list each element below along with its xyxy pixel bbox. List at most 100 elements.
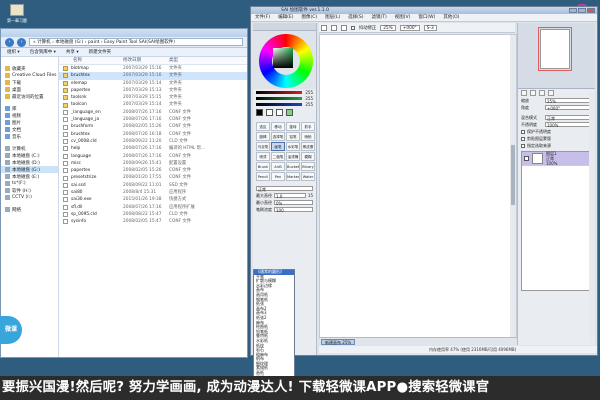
eye-icon[interactable] [524, 156, 529, 161]
tool-button[interactable]: 铅笔 [286, 132, 300, 141]
nav-item[interactable]: 图片 [1, 119, 58, 126]
desktop-icon[interactable]: 第一章习题 [6, 4, 28, 24]
file-row[interactable]: sfl.dll 2008/07/26 17:16 应用程序扩展 [59, 204, 247, 211]
column-header-type[interactable]: 类型 [169, 57, 209, 64]
menu-item[interactable]: 图像(C) [301, 14, 317, 21]
layer-row[interactable]: 图层1 正常 100% [522, 151, 591, 166]
tool-button[interactable]: Brush [256, 162, 270, 171]
organize-menu[interactable]: 组织 ▾ [7, 49, 20, 55]
nav-item[interactable]: Creative Cloud Files [1, 72, 58, 79]
tool-button[interactable]: 模糊 [301, 152, 315, 161]
tool-button[interactable]: 选区 [256, 122, 270, 131]
min-size-field[interactable]: 0% [274, 200, 313, 206]
minimize-button[interactable] [569, 8, 577, 13]
explorer-titlebar[interactable] [1, 29, 247, 37]
file-row[interactable]: sai30.exe 2015/01/26 19:38 快捷方式 [59, 196, 247, 203]
nav-item[interactable]: 最近访问的位置 [1, 93, 58, 100]
file-row[interactable]: sai80 2008/8/4 15:31 应用程序 [59, 189, 247, 196]
select-all-icon[interactable] [321, 24, 327, 31]
nav-item[interactable]: 视频 [1, 112, 58, 119]
tool-button[interactable]: 移动 [271, 122, 285, 131]
file-row[interactable]: sysinfo 2008/02/05 15:47 CONF 文件 [59, 218, 247, 225]
nav-item[interactable]: 本地磁盘 (G:) [1, 166, 58, 173]
file-row[interactable]: misc 2008/09/26 15:41 配置设置 [59, 160, 247, 167]
tool-button[interactable]: 马克笔 [256, 142, 270, 151]
blend-mode-select[interactable]: 正常 [256, 186, 313, 192]
sai-titlebar[interactable]: SAI 绘图软件 ver.1.1.0 [251, 7, 597, 14]
menu-item[interactable]: 滤镜(T) [372, 14, 387, 21]
flip-icon[interactable] [548, 90, 554, 96]
slider-track[interactable] [256, 96, 302, 100]
zoom-out-icon[interactable] [530, 90, 536, 96]
nav-angle-field[interactable]: +000° [545, 105, 592, 111]
file-row[interactable]: help 2008/07/26 17:16 编译的 HTML 帮... [59, 145, 247, 152]
tool-button[interactable]: 橡皮擦 [301, 142, 315, 151]
tool-button[interactable]: AirB [271, 162, 285, 171]
column-header-date[interactable]: 修改日期 [123, 57, 169, 64]
file-row[interactable]: _language_en 2008/07/26 17:16 CONF 文件 [59, 109, 247, 116]
file-row[interactable]: brushtex 2008/07/26 16:18 CONF 文件 [59, 131, 247, 138]
tool-button[interactable]: 选择笔 [271, 132, 285, 141]
zoom-in-icon[interactable] [521, 90, 527, 96]
new-folder-button[interactable]: 新建文件夹 [89, 49, 112, 55]
tool-button[interactable]: 魔棒 [256, 132, 270, 141]
file-row[interactable]: toolsnk 2007/03/29 15:15 文件夹 [59, 94, 247, 101]
nav-item[interactable]: 桌面 [1, 86, 58, 93]
nav-item[interactable]: 本地磁盘 (E:) [1, 173, 58, 180]
scroll-thumb[interactable] [511, 145, 515, 205]
menu-item[interactable]: 视图(V) [395, 14, 411, 21]
file-row[interactable]: brushform 2008/02/05 15:26 CONF 文件 [59, 123, 247, 130]
color-swatch[interactable] [256, 109, 263, 116]
layer-blend-select[interactable]: 正常 [545, 115, 592, 121]
file-row[interactable]: sai.ssd 2008/09/22 11:01 SSD 文件 [59, 182, 247, 189]
navigator-preview[interactable] [518, 23, 595, 89]
slider-track[interactable] [256, 102, 302, 106]
file-row[interactable]: papertex 2007/03/29 15:13 文件夹 [59, 87, 247, 94]
menu-item[interactable]: 窗口(W) [418, 14, 435, 21]
tool-button[interactable]: Marker [286, 172, 300, 181]
menu-item[interactable]: 选择(S) [348, 14, 363, 21]
color-swatch[interactable] [266, 109, 273, 116]
tool-button[interactable]: Water [301, 172, 315, 181]
color-swatch[interactable] [276, 109, 283, 116]
tool-button[interactable]: 二值笔 [271, 152, 285, 161]
nav-item[interactable]: 收藏夹 [1, 65, 58, 72]
tool-button[interactable]: 油漆桶 [286, 152, 300, 161]
file-row[interactable]: elemap 2007/03/29 15:14 文件夹 [59, 80, 247, 87]
address-input[interactable]: « 计算机 › 本地磁盘 (G:) › paint › Easy Paint T… [29, 38, 243, 46]
menu-item[interactable]: 文件(F) [255, 14, 270, 21]
tool-button[interactable]: Pencil [256, 172, 270, 181]
saturation-value-square[interactable] [273, 48, 293, 68]
nav-item[interactable]: CCTV (I:) [1, 194, 58, 201]
nav-item[interactable]: 计算机 [1, 145, 58, 152]
layer-panel-scrollbar[interactable] [589, 93, 595, 343]
tool-button[interactable]: Pen [271, 172, 285, 181]
file-row[interactable]: toolcon 2007/03/29 15:14 文件夹 [59, 101, 247, 108]
deselect-icon[interactable] [331, 24, 337, 31]
close-button[interactable] [587, 8, 595, 13]
nav-item[interactable]: 软件 (H:) [1, 187, 58, 194]
canvas-tab[interactable]: 新建画布 25% [321, 339, 356, 345]
nav-item[interactable]: 网络 [1, 206, 58, 213]
nav-item[interactable]: 本地磁盘 (D:) [1, 159, 58, 166]
share-menu[interactable]: 共享 ▾ [66, 49, 79, 55]
color-swatch[interactable] [286, 109, 293, 116]
clip-mask-checkbox[interactable] [521, 136, 525, 141]
nav-zoom-field[interactable]: 25% [545, 98, 592, 104]
zoom-field[interactable]: 25% [380, 24, 396, 31]
file-row[interactable]: papertex 2008/02/05 15:26 CONF 文件 [59, 167, 247, 174]
nav-item[interactable]: 本地磁盘 (C:) [1, 152, 58, 159]
tool-button[interactable]: 旋转 [286, 122, 300, 131]
protect-opacity-checkbox[interactable] [521, 129, 525, 134]
layer-opacity-field[interactable]: 100% [545, 122, 592, 128]
stabilizer-checkbox[interactable] [351, 25, 355, 30]
rotate-icon[interactable] [539, 90, 545, 96]
nav-item[interactable]: 下载 [1, 79, 58, 86]
column-header-name[interactable]: 名称 [59, 57, 123, 64]
file-row[interactable]: _language_ja 2008/07/26 17:16 CONF 文件 [59, 116, 247, 123]
menu-item[interactable]: 编辑(E) [278, 14, 293, 21]
menu-item[interactable]: 其他(O) [443, 14, 459, 21]
density-field[interactable]: 100 [274, 207, 313, 213]
tool-button[interactable]: 水彩笔 [286, 142, 300, 151]
forward-icon[interactable]: › [17, 37, 26, 47]
